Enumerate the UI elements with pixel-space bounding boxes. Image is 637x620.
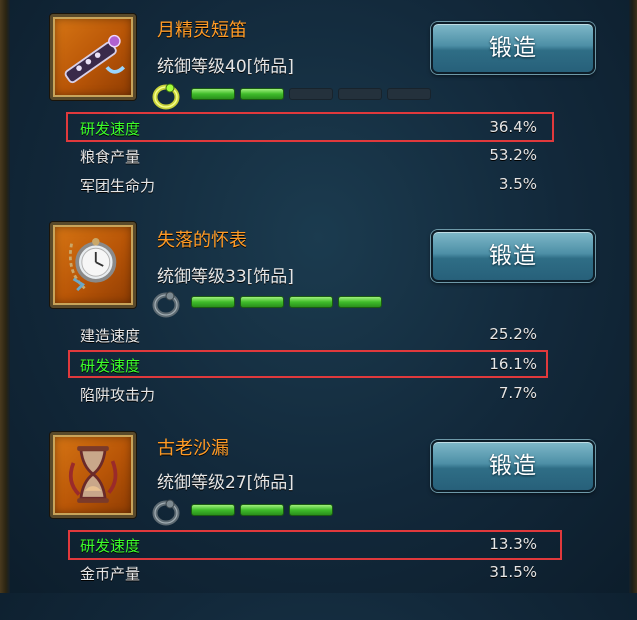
stat-value: 36.4% [489, 118, 537, 136]
stat-label: 粮食产量 [80, 148, 141, 166]
progress-segment-empty [338, 88, 382, 100]
stat-label: 陷阱攻击力 [80, 386, 156, 404]
stat-value: 53.2% [489, 146, 537, 164]
progress-segment-empty [289, 88, 333, 100]
progress-segment-filled [240, 296, 284, 308]
forge-button[interactable]: 锻造 [431, 22, 595, 74]
item-card: 月精灵短笛 统御等级40[饰品] 锻造 研发速度 36.4% 粮食产量 53.2… [0, 0, 637, 200]
stat-value: 16.1% [489, 355, 537, 373]
item-level: 统御等级33[饰品] [157, 267, 294, 287]
stat-value: 3.5% [498, 175, 537, 193]
stat-value: 25.2% [489, 325, 537, 343]
stat-label: 研发速度 [80, 357, 141, 375]
item-card: 古老沙漏 统御等级27[饰品] 锻造 研发速度 13.3% 金币产量 31.5% [0, 420, 637, 620]
stat-value: 31.5% [489, 563, 537, 581]
stat-value: 13.3% [489, 535, 537, 553]
stat-label: 建造速度 [80, 327, 141, 345]
stat-label: 金币产量 [80, 565, 141, 583]
enhance-progress-bars [191, 88, 431, 100]
stat-value: 7.7% [498, 384, 537, 402]
pocket-watch-icon[interactable] [50, 222, 136, 308]
highlight-box [68, 530, 562, 560]
progress-segment-filled [240, 88, 284, 100]
progress-segment-filled [191, 504, 235, 516]
gold-ring-icon [151, 80, 181, 110]
item-name: 失落的怀表 [157, 230, 247, 251]
progress-segment-filled [289, 296, 333, 308]
enhance-progress-bars [191, 504, 333, 516]
forge-button[interactable]: 锻造 [431, 230, 595, 282]
progress-segment-filled [338, 296, 382, 308]
progress-segment-filled [289, 504, 333, 516]
progress-segment-filled [240, 504, 284, 516]
progress-segment-empty [387, 88, 431, 100]
stat-label: 研发速度 [80, 120, 141, 138]
hourglass-icon[interactable] [50, 432, 136, 518]
item-level: 统御等级27[饰品] [157, 473, 294, 493]
item-name: 古老沙漏 [157, 438, 229, 459]
enhance-progress-bars [191, 296, 382, 308]
item-card: 失落的怀表 统御等级33[饰品] 锻造 建造速度 25.2% 研发速度 16.1… [0, 210, 637, 410]
item-name: 月精灵短笛 [157, 20, 247, 41]
grey-ring-icon [151, 288, 181, 318]
item-level: 统御等级40[饰品] [157, 57, 294, 77]
stat-label: 研发速度 [80, 537, 141, 555]
progress-segment-filled [191, 88, 235, 100]
forge-button[interactable]: 锻造 [431, 440, 595, 492]
progress-segment-filled [191, 296, 235, 308]
grey-ring-icon [151, 496, 181, 526]
flute-icon[interactable] [50, 14, 136, 100]
stat-label: 军团生命力 [80, 177, 156, 195]
